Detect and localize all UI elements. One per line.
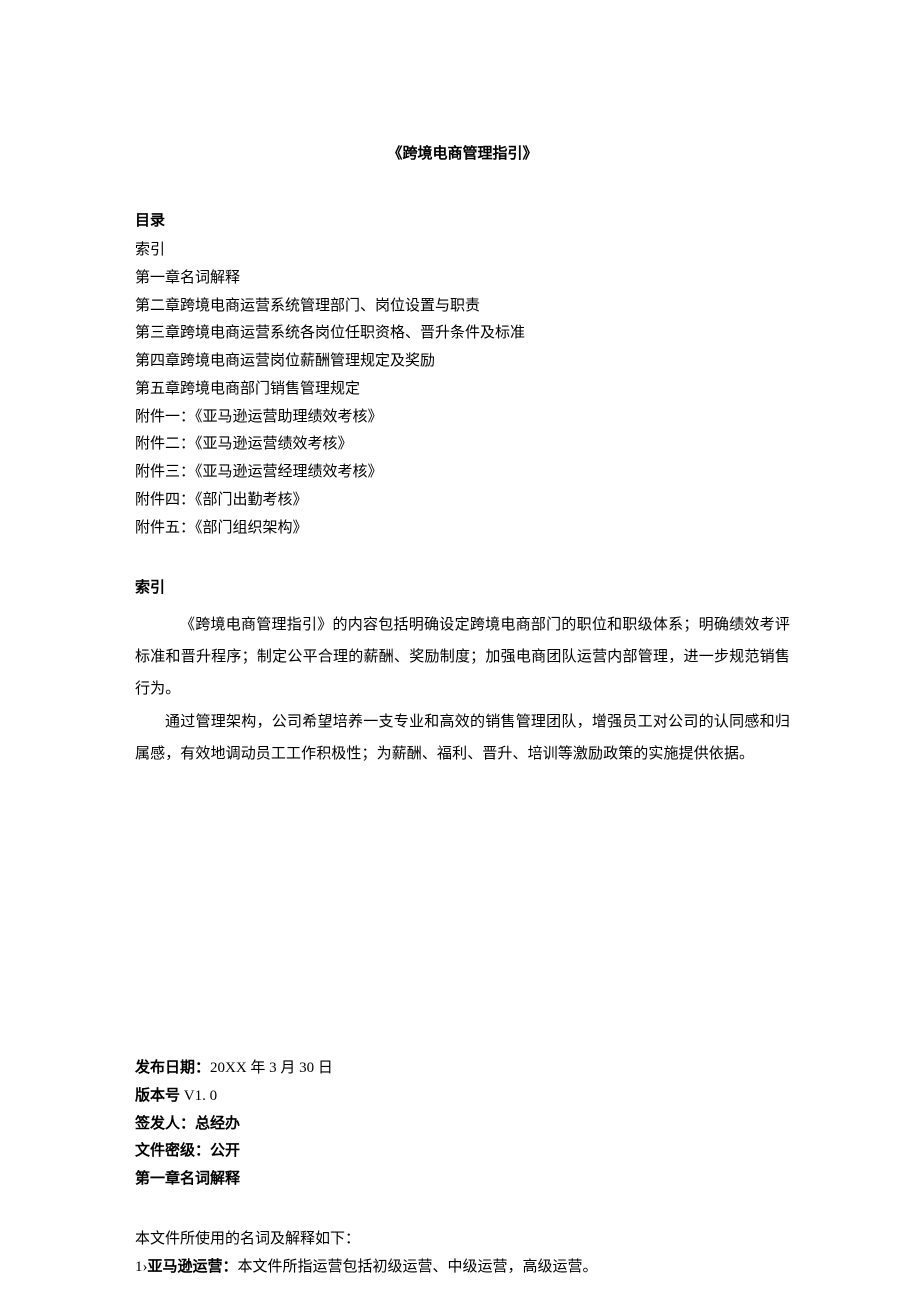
security-value: 公开 — [210, 1143, 240, 1159]
version: 版本号 V1. 0 — [135, 1083, 790, 1111]
toc-item: 附件四：《部门出勤考核》 — [135, 487, 790, 515]
toc-item: 附件五：《部门组织架构》 — [135, 515, 790, 543]
version-label: 版本号 — [135, 1088, 184, 1104]
index-paragraph-2: 通过管理架构，公司希望培养一支专业和高效的销售管理团队，增强员工对公司的认同感和… — [135, 706, 790, 771]
signer: 签发人：总经办 — [135, 1111, 790, 1139]
toc-item: 索引 — [135, 237, 790, 265]
toc-item: 附件一：《亚马逊运营助理绩效考核》 — [135, 404, 790, 432]
footer-block: 发布日期：20XX 年 3 月 30 日 版本号 V1. 0 签发人：总经办 文… — [135, 1055, 790, 1194]
signer-label: 签发人： — [135, 1116, 195, 1132]
chapter-1-header: 第一章名词解释 — [135, 1166, 790, 1194]
definition-prefix: 1› — [135, 1259, 148, 1275]
index-header: 索引 — [135, 574, 790, 603]
security-label: 文件密级： — [135, 1143, 210, 1159]
toc-item: 第一章名词解释 — [135, 265, 790, 293]
definition-description: 本文件所指运营包括初级运营、中级运营，高级运营。 — [238, 1259, 598, 1275]
toc-item: 附件二：《亚马逊运营绩效考核》 — [135, 431, 790, 459]
toc-item: 第四章跨境电商运营岗位薪酬管理规定及奖励 — [135, 348, 790, 376]
publish-date: 发布日期：20XX 年 3 月 30 日 — [135, 1055, 790, 1083]
toc-item: 第二章跨境电商运营系统管理部门、岗位设置与职责 — [135, 293, 790, 321]
publish-date-label: 发布日期： — [135, 1060, 210, 1076]
definition-item-1: 1›亚马逊运营：本文件所指运营包括初级运营、中级运营，高级运营。 — [135, 1254, 790, 1282]
definitions-intro: 本文件所使用的名词及解释如下： — [135, 1226, 790, 1254]
toc-item: 附件三：《亚马逊运营经理绩效考核》 — [135, 459, 790, 487]
signer-value: 总经办 — [195, 1116, 240, 1132]
toc-header: 目录 — [135, 207, 790, 236]
toc-item: 第三章跨境电商运营系统各岗位任职资格、晋升条件及标准 — [135, 320, 790, 348]
security-level: 文件密级：公开 — [135, 1138, 790, 1166]
publish-date-value: 20XX 年 3 月 30 日 — [210, 1060, 333, 1076]
definition-term: 亚马逊运营： — [148, 1259, 238, 1275]
version-value: V1. 0 — [184, 1088, 217, 1104]
definitions-block: 本文件所使用的名词及解释如下： 1›亚马逊运营：本文件所指运营包括初级运营、中级… — [135, 1226, 790, 1282]
document-title: 《跨境电商管理指引》 — [135, 140, 790, 169]
toc-item: 第五章跨境电商部门销售管理规定 — [135, 376, 790, 404]
index-paragraph-1: 《跨境电商管理指引》的内容包括明确设定跨境电商部门的职位和职级体系；明确绩效考评… — [135, 609, 790, 706]
